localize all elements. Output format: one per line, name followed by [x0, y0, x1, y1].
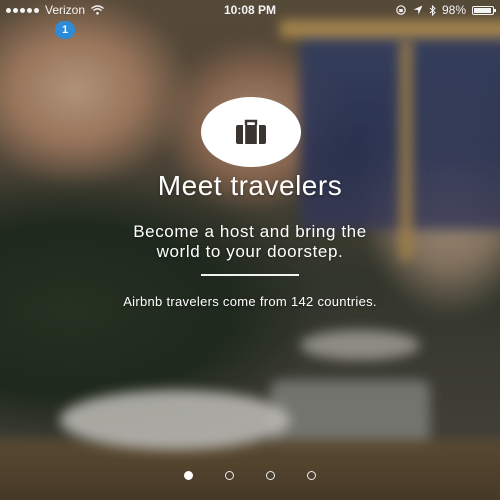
status-bar: Verizon 10:08 PM 98%: [0, 0, 500, 20]
location-arrow-icon: [413, 5, 423, 15]
battery-icon: [472, 5, 496, 15]
onboarding-title: Meet travelers: [157, 170, 343, 201]
status-time: 10:08 PM: [223, 3, 277, 17]
suitcase-icon: [236, 119, 266, 144]
signal-dots-icon: [6, 7, 39, 13]
page-dot-2[interactable]: [225, 471, 234, 480]
page-dot-4[interactable]: [307, 471, 316, 480]
notification-badge[interactable]: 1: [55, 21, 75, 39]
suitcase-badge: [199, 96, 303, 168]
battery-percent: 98%: [441, 3, 466, 17]
bluetooth-icon: [429, 4, 436, 16]
carrier-label: Verizon: [45, 3, 86, 17]
rotation-lock-icon: [396, 5, 406, 15]
subtitle-line-2: world to your doorstep.: [156, 242, 344, 261]
subtitle-line-1: Become a host and bring the: [133, 222, 367, 241]
onboarding-subtitle: Become a host and bring the world to you…: [0, 222, 500, 262]
divider: [201, 274, 299, 276]
page-indicator[interactable]: [0, 471, 500, 480]
status-left: Verizon: [6, 3, 104, 17]
travelers-stat: Airbnb travelers come from 142 countries…: [123, 294, 377, 309]
page-dot-1[interactable]: [184, 471, 193, 480]
wifi-icon: [91, 5, 104, 15]
page-dot-3[interactable]: [266, 471, 275, 480]
status-right: 98%: [395, 3, 496, 17]
